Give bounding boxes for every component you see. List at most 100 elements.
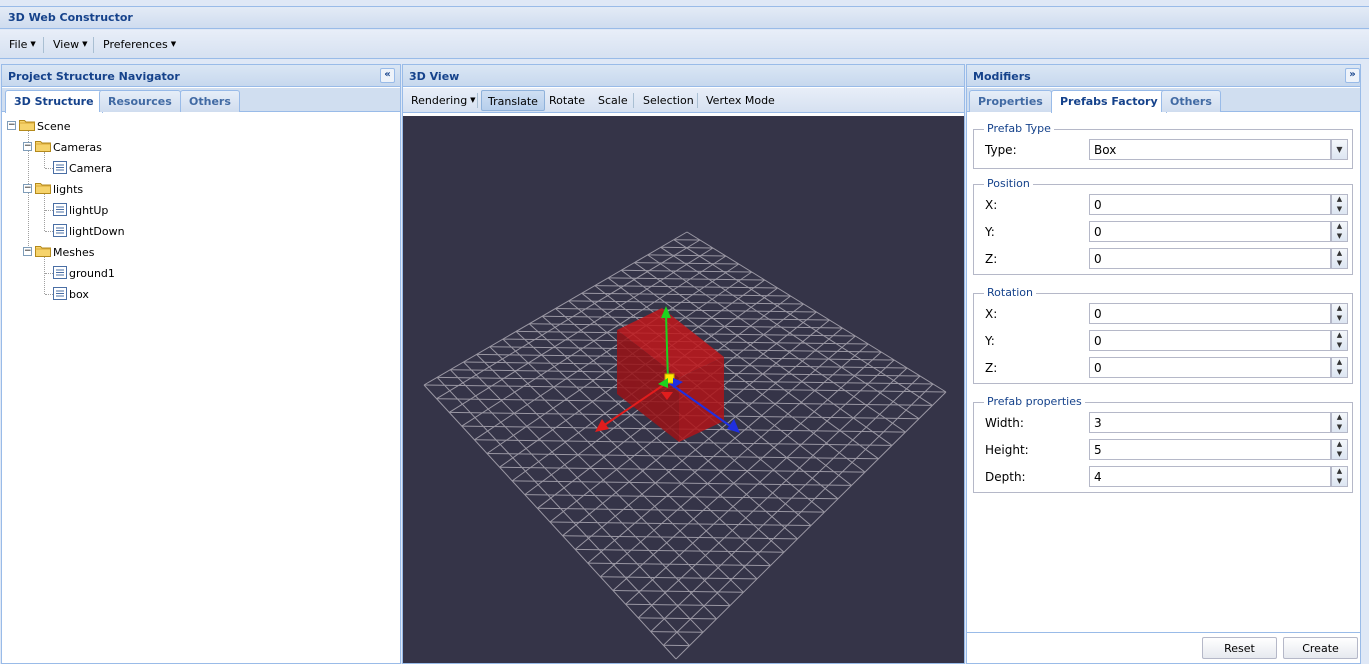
spin-down-icon: ▼: [1336, 450, 1343, 458]
width-label: Width:: [985, 416, 1024, 430]
translate-button[interactable]: Translate: [481, 90, 545, 111]
menu-bar: File ▼ View ▼ Preferences ▼: [0, 30, 1369, 59]
grid-line: [621, 269, 752, 273]
position-z-field[interactable]: 0: [1089, 248, 1331, 269]
rotation-y-spinner[interactable]: ▲ ▼: [1331, 330, 1348, 351]
grid-line: [537, 507, 825, 513]
rotation-fieldset: Rotation X: 0 ▲ ▼ Y: 0 ▲ ▼ Z: 0 ▲ ▼: [973, 286, 1353, 384]
grid-line: [638, 617, 717, 620]
chevron-down-icon: ▼: [82, 40, 88, 48]
menu-separator: [93, 37, 94, 53]
rotation-y-field[interactable]: 0: [1089, 330, 1331, 351]
tree-node-label: ground1: [69, 267, 115, 280]
tree-node-ground1[interactable]: ground1: [2, 264, 202, 282]
menu-view[interactable]: View ▼: [53, 38, 88, 51]
height-label: Height:: [985, 443, 1029, 457]
leaf-node-icon: [53, 203, 67, 216]
collapse-icon[interactable]: −: [7, 121, 16, 130]
position-x-field[interactable]: 0: [1089, 194, 1331, 215]
menu-file[interactable]: File ▼: [9, 38, 36, 51]
leaf-node-icon: [53, 287, 67, 300]
height-spinner[interactable]: ▲ ▼: [1331, 439, 1348, 460]
collapse-right-icon[interactable]: »: [1345, 68, 1360, 83]
depth-spinner[interactable]: ▲ ▼: [1331, 466, 1348, 487]
tree-node-label: Cameras: [53, 141, 102, 154]
selection-button[interactable]: Selection: [637, 90, 700, 111]
rotation-x-field[interactable]: 0: [1089, 303, 1331, 324]
collapse-left-icon[interactable]: «: [380, 68, 395, 83]
grid-line: [650, 631, 704, 633]
scene-canvas[interactable]: [403, 116, 964, 663]
tree-node-lightup[interactable]: lightUp: [2, 201, 202, 219]
folder-icon: [35, 141, 51, 152]
tab-3d-structure[interactable]: 3D Structure: [5, 90, 103, 113]
menu-preferences[interactable]: Preferences ▼: [103, 38, 176, 51]
x-axis-arrow-icon: [595, 419, 609, 432]
rotate-button[interactable]: Rotate: [543, 90, 591, 111]
type-combo[interactable]: Box: [1089, 139, 1331, 160]
width-field[interactable]: 3: [1089, 412, 1331, 433]
spin-up-icon: ▲: [1336, 331, 1343, 339]
position-x-spinner[interactable]: ▲ ▼: [1331, 194, 1348, 215]
panel-header: 3D View: [403, 65, 964, 87]
chevron-down-icon: ▼: [170, 40, 177, 48]
depth-field[interactable]: 4: [1089, 466, 1331, 487]
panel-header: Project Structure Navigator «: [2, 65, 400, 87]
spin-down-icon: ▼: [1336, 232, 1343, 240]
fieldset-legend: Prefab properties: [984, 395, 1085, 408]
menu-preferences-label: Preferences: [103, 38, 168, 51]
grid-line: [555, 308, 817, 313]
footer-divider: [967, 632, 1360, 633]
scale-button[interactable]: Scale: [592, 90, 634, 111]
spin-down-icon: ▼: [1336, 477, 1343, 485]
spin-down-icon: ▼: [1336, 259, 1343, 267]
tree-node-lightdown[interactable]: lightDown: [2, 222, 202, 240]
grid-line: [549, 521, 812, 526]
tree-node-cameras[interactable]: − Cameras: [2, 138, 202, 156]
tree-node-lights[interactable]: − lights: [2, 180, 202, 198]
spin-up-icon: ▲: [1336, 222, 1343, 230]
3d-viewport[interactable]: [403, 116, 964, 663]
tree-node-camera[interactable]: Camera: [2, 159, 202, 177]
tree-node-label: box: [69, 288, 89, 301]
position-y-label: Y:: [985, 225, 995, 239]
tab-prefabs-factory[interactable]: Prefabs Factory: [1051, 90, 1167, 113]
scene-tree: − Scene − Cameras Camera − lights lightU…: [2, 115, 400, 663]
tab-resources[interactable]: Resources: [99, 90, 181, 112]
fieldset-legend: Position: [984, 177, 1033, 190]
vertex-mode-button[interactable]: Vertex Mode: [700, 90, 781, 111]
tab-properties[interactable]: Properties: [969, 90, 1052, 112]
grid-line: [499, 466, 866, 473]
panel-header: Modifiers »: [967, 65, 1360, 87]
width-spinner[interactable]: ▲ ▼: [1331, 412, 1348, 433]
collapse-icon[interactable]: −: [23, 247, 32, 256]
spin-up-icon: ▲: [1336, 304, 1343, 312]
tree-node-scene[interactable]: − Scene: [2, 117, 202, 135]
panel-title: Project Structure Navigator: [8, 70, 180, 83]
position-y-spinner[interactable]: ▲ ▼: [1331, 221, 1348, 242]
prefab-type-fieldset: Prefab Type Type: Box ▼: [973, 122, 1353, 169]
collapse-icon[interactable]: −: [23, 184, 32, 193]
rotation-x-spinner[interactable]: ▲ ▼: [1331, 303, 1348, 324]
reset-button[interactable]: Reset: [1202, 637, 1277, 659]
rotation-z-spinner[interactable]: ▲ ▼: [1331, 357, 1348, 378]
3d-view-panel: 3D View Rendering ▼ Translate Rotate Scal…: [402, 64, 965, 664]
rotation-z-label: Z:: [985, 361, 998, 375]
tab-others[interactable]: Others: [180, 90, 240, 112]
position-y-field[interactable]: 0: [1089, 221, 1331, 242]
tree-node-box[interactable]: box: [2, 285, 202, 303]
rendering-menu-button[interactable]: Rendering ▼: [405, 90, 482, 111]
height-field[interactable]: 5: [1089, 439, 1331, 460]
create-button[interactable]: Create: [1283, 637, 1358, 659]
tab-others[interactable]: Others: [1161, 90, 1221, 112]
tree-node-label: lightDown: [69, 225, 125, 238]
menu-file-label: File: [9, 38, 28, 51]
grid-line: [562, 535, 798, 540]
type-label: Type:: [985, 143, 1017, 157]
tree-node-meshes[interactable]: − Meshes: [2, 243, 202, 261]
position-z-spinner[interactable]: ▲ ▼: [1331, 248, 1348, 269]
collapse-icon[interactable]: −: [23, 142, 32, 151]
spin-down-icon: ▼: [1336, 423, 1343, 431]
rotation-z-field[interactable]: 0: [1089, 357, 1331, 378]
chevron-down-icon[interactable]: ▼: [1331, 139, 1348, 160]
